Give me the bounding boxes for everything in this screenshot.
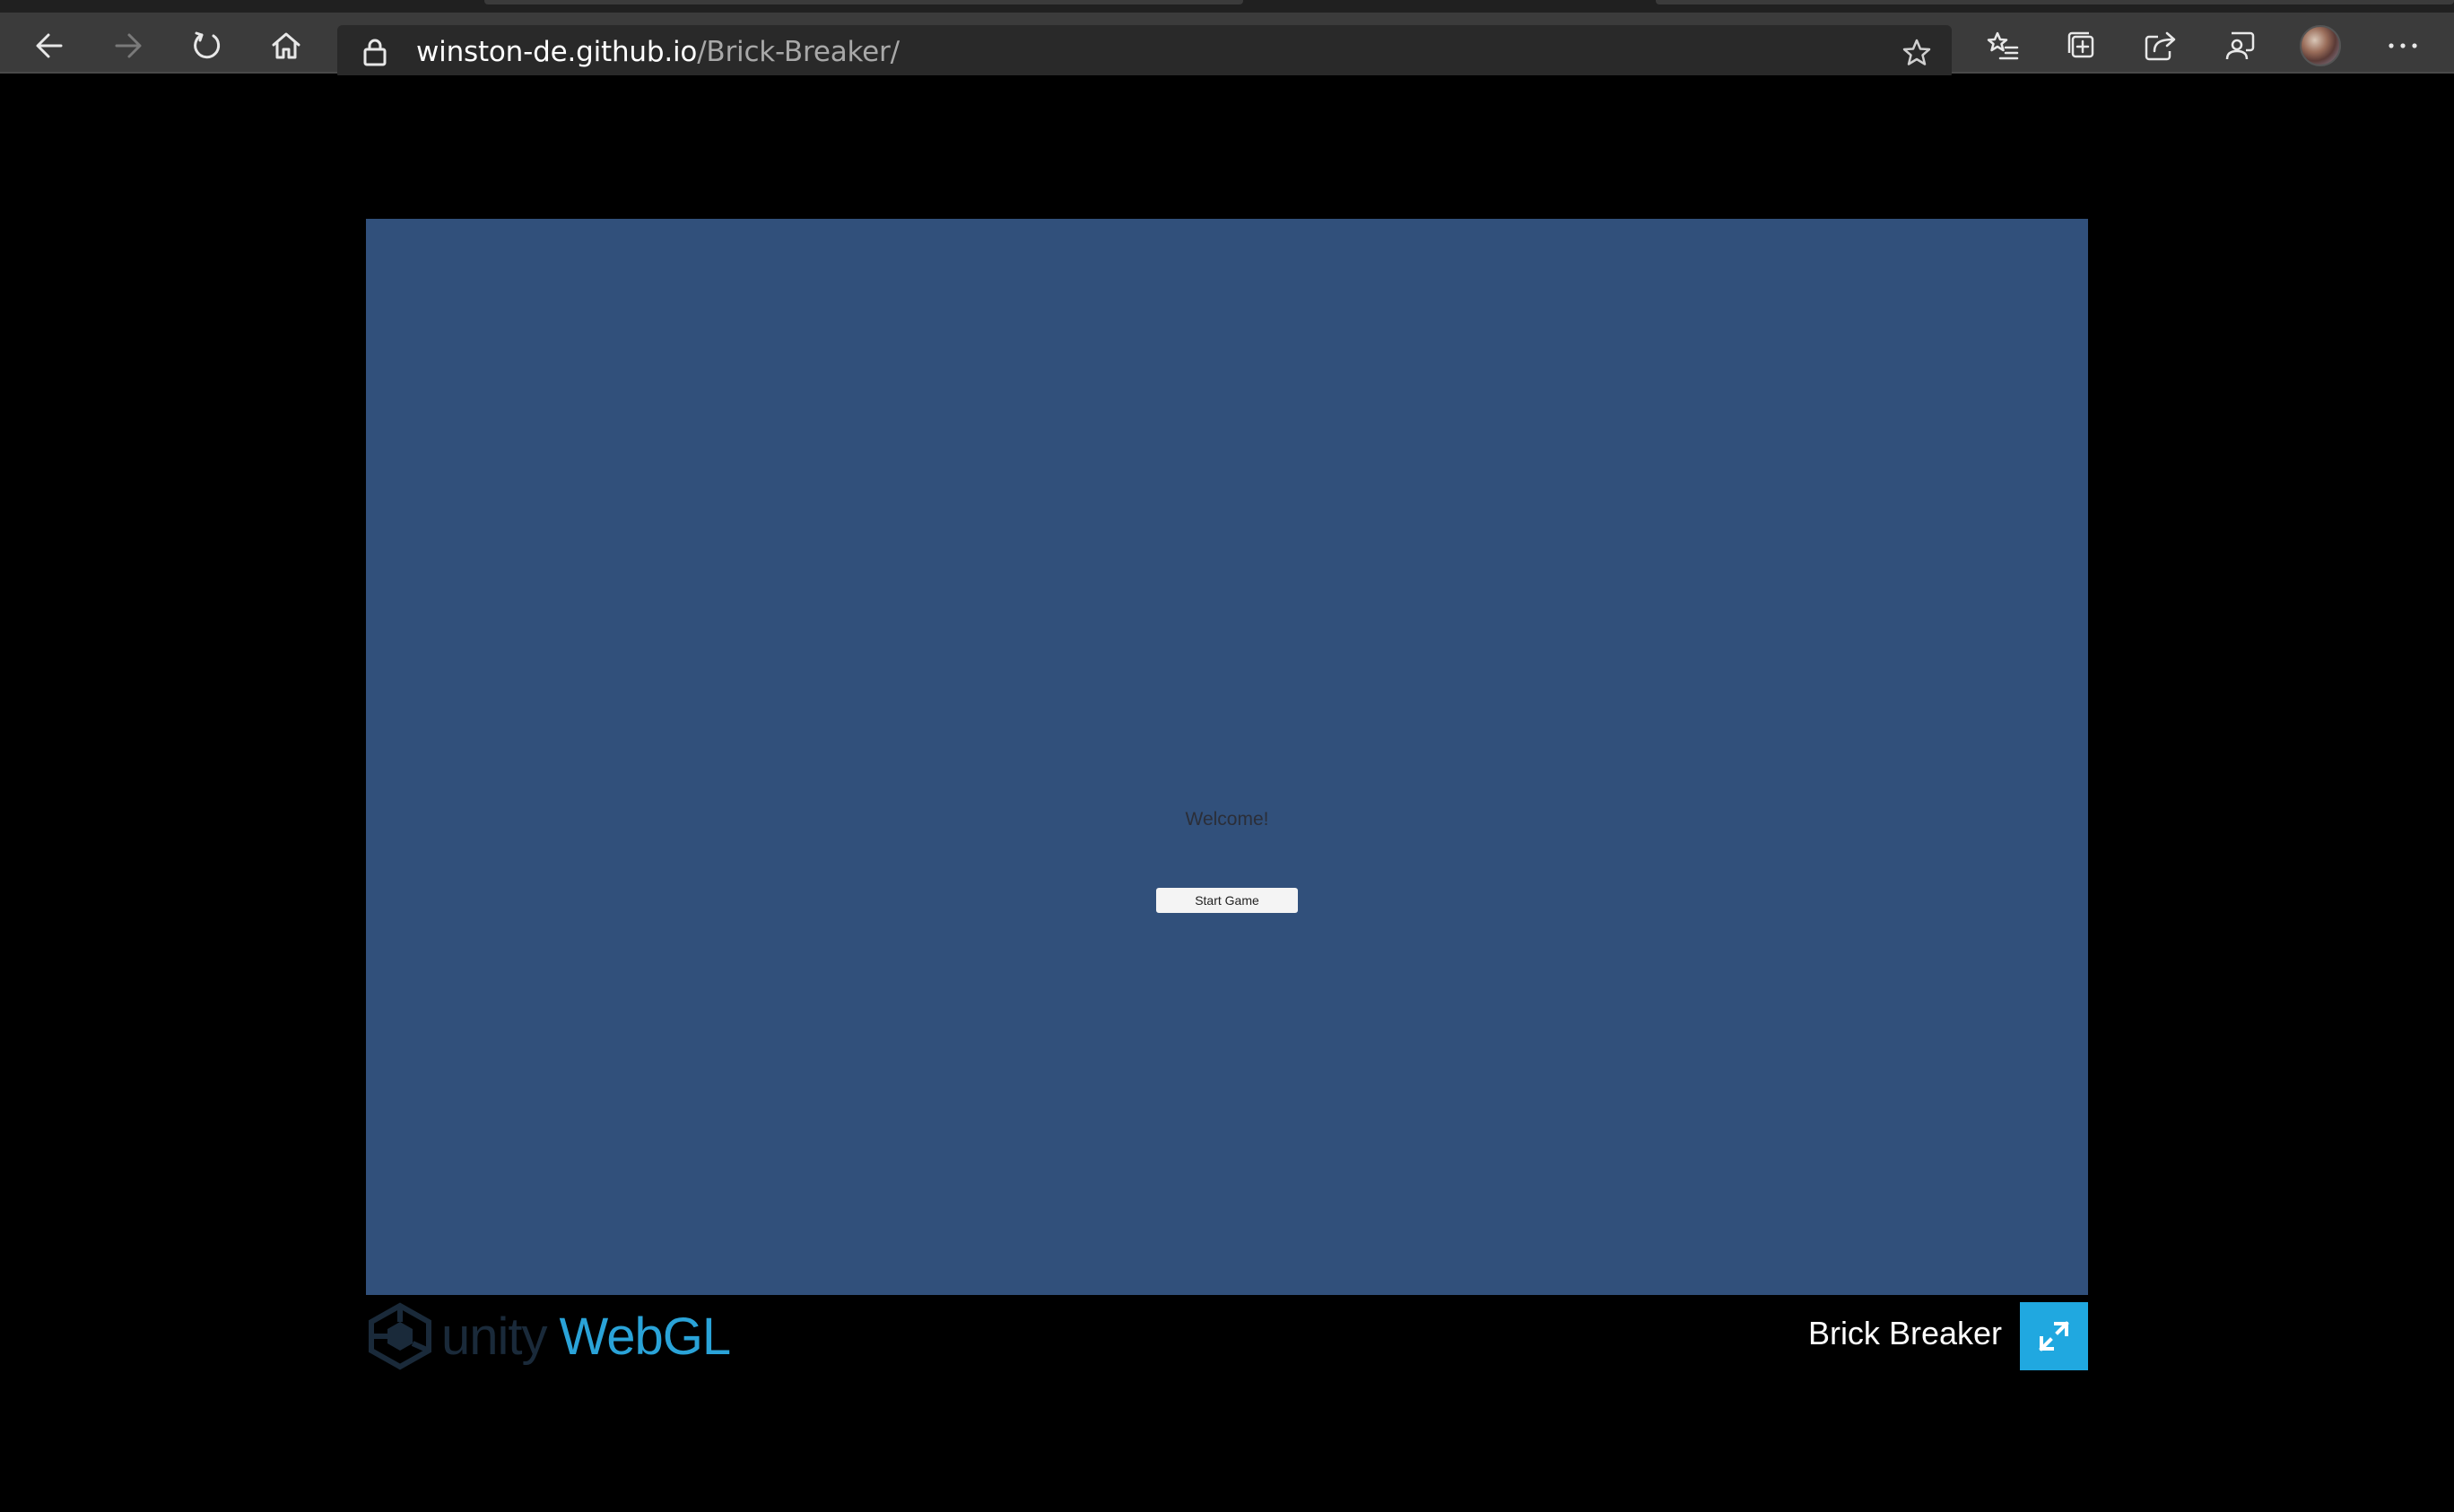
avatar [2300,25,2341,66]
profile-button[interactable] [2296,22,2345,70]
tab-strip [0,0,2454,13]
lock-icon[interactable] [362,38,387,71]
share-button[interactable] [2136,22,2185,70]
webgl-wordmark: WebGL [559,1307,732,1366]
favorites-button[interactable] [1979,22,2027,70]
unity-wordmark: unity [441,1307,548,1366]
back-button[interactable] [25,22,74,70]
game-canvas[interactable]: Welcome! Start Game [366,219,2088,1295]
forward-button[interactable] [104,22,152,70]
game-title: Brick Breaker [1807,1315,2002,1351]
feedback-icon [2225,31,2255,60]
star-icon[interactable] [1901,38,1932,71]
welcome-text: Welcome! [1185,809,1269,830]
collections-button[interactable] [2058,22,2106,70]
tab-edge[interactable] [1656,0,2454,4]
feedback-button[interactable] [2215,22,2264,70]
home-icon [272,32,300,59]
active-tab-edge[interactable] [484,0,1243,4]
unity-webgl-logo: unity WebGL [366,1302,732,1370]
page-content: Welcome! Start Game unity WebGL Brick Br… [0,75,2454,1512]
unity-logo-icon [369,1302,431,1370]
browser-toolbar: winston-de.github.io/Brick-Breaker/ [0,13,2454,79]
url-host: winston-de.github.io [416,36,698,68]
url-text[interactable]: winston-de.github.io/Brick-Breaker/ [416,36,900,68]
back-arrow-icon [36,33,63,58]
more-button[interactable] [2379,22,2427,70]
refresh-icon [194,31,221,59]
url-path: /Brick-Breaker/ [697,36,900,68]
fullscreen-button[interactable] [2020,1302,2088,1370]
fullscreen-icon [2039,1321,2069,1351]
forward-arrow-icon [115,33,142,58]
favorites-icon [1987,31,2019,60]
more-icon [2389,43,2417,48]
share-icon [2145,31,2176,61]
collections-icon [2067,31,2094,58]
refresh-button[interactable] [183,22,231,70]
start-game-button[interactable]: Start Game [1156,888,1298,913]
address-bar[interactable]: winston-de.github.io/Brick-Breaker/ [337,25,1952,79]
webgl-footer: unity WebGL Brick Breaker [366,1302,2088,1374]
home-button[interactable] [262,22,310,70]
